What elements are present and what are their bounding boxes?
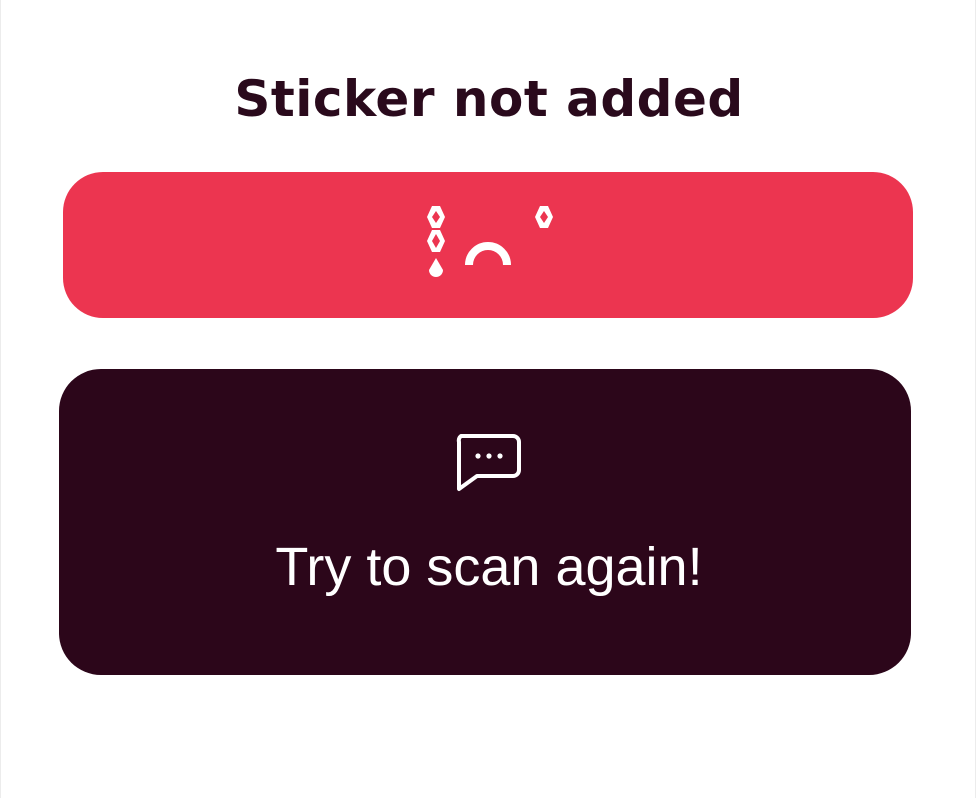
sticker-result-screen: Sticker not added Try to scan again!	[0, 0, 976, 798]
retry-message: Try to scan again!	[275, 537, 703, 597]
message-card	[59, 369, 911, 675]
chat-bubble-icon	[456, 434, 521, 491]
sad-face-icon	[427, 206, 553, 277]
error-status-banner	[63, 172, 913, 318]
page-title: Sticker not added	[234, 70, 744, 128]
